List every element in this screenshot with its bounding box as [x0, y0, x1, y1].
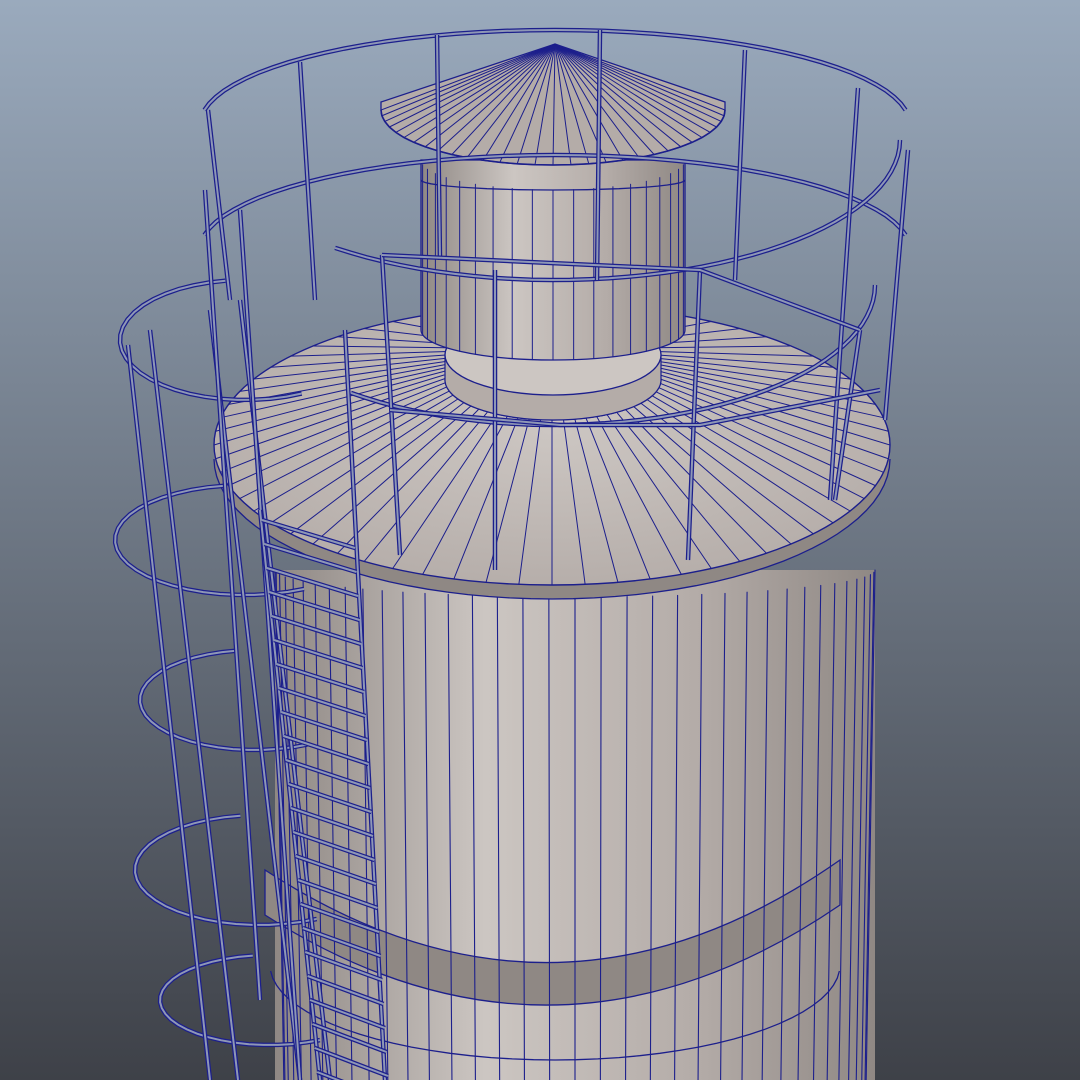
- turret: [420, 159, 686, 421]
- silo-body: [264, 569, 876, 1080]
- silo-model: [0, 0, 1080, 1080]
- 3d-viewport[interactable]: [0, 0, 1080, 1080]
